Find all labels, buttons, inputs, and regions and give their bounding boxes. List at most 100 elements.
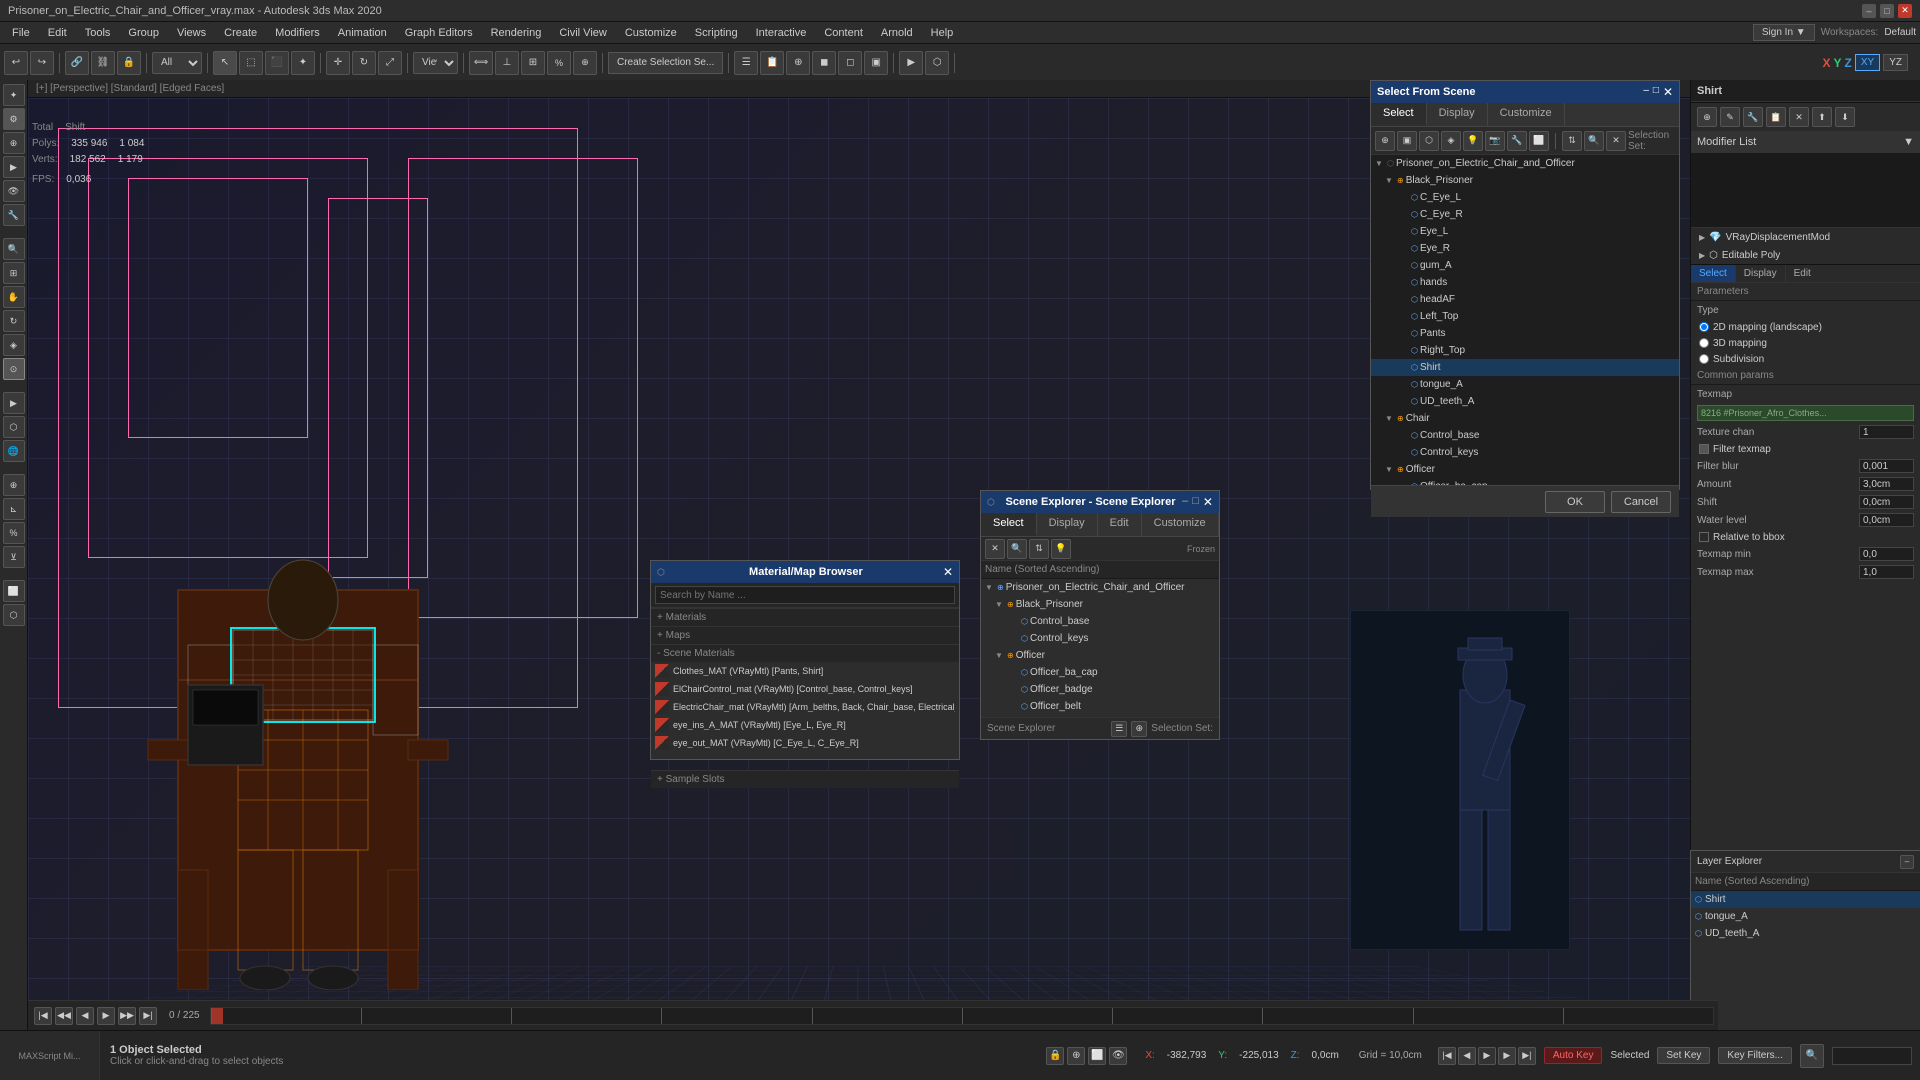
lt-arc-rotate-btn[interactable]: ⊙ — [3, 358, 25, 380]
mat-item-electric-chair[interactable]: ElectricChair_mat (VRayMtl) [Arm_belths,… — [651, 698, 959, 716]
tree-ud-teeth-a[interactable]: ⬡ UD_teeth_A — [1371, 393, 1679, 410]
tree-officer[interactable]: ▼ ⊕ Officer — [1371, 461, 1679, 478]
tree-eye-l[interactable]: ⬡ Eye_L — [1371, 223, 1679, 240]
select-move-btn[interactable]: ✛ — [326, 51, 350, 75]
se-tree-officer[interactable]: ▼ ⊕ Officer — [981, 647, 1219, 664]
select-btn[interactable]: ↖ — [213, 51, 237, 75]
filter-blur-input[interactable] — [1859, 459, 1914, 473]
tree-chair[interactable]: ▼ ⊕ Chair — [1371, 410, 1679, 427]
sfs-maximize-btn[interactable]: □ — [1653, 85, 1659, 99]
axis-yz-btn[interactable]: YZ — [1883, 54, 1908, 71]
auto-key-btn[interactable]: Auto Key — [1544, 1047, 1603, 1064]
lt-modify-btn[interactable]: ⚙ — [3, 108, 25, 130]
texmap-min-input[interactable] — [1859, 547, 1914, 561]
object-name-input[interactable] — [1691, 80, 1920, 102]
mapping-2d-radio[interactable] — [1699, 322, 1709, 332]
se-sel-set-btn[interactable]: ⊕ — [1131, 721, 1147, 737]
modifier-vray-displacement[interactable]: ▶ 💎 VRayDisplacementMod — [1691, 228, 1920, 246]
tree-tongue-a[interactable]: ⬡ tongue_A — [1371, 376, 1679, 393]
se-list-btn[interactable]: ☰ — [1111, 721, 1127, 737]
se-tree-officer-ba-cap[interactable]: ⬡ Officer_ba_cap — [981, 664, 1219, 681]
se-tb-filter[interactable]: 🔍 — [1007, 539, 1027, 559]
menu-interactive[interactable]: Interactive — [748, 25, 815, 41]
minimize-button[interactable]: – — [1862, 4, 1876, 18]
texmap-max-input[interactable] — [1859, 565, 1914, 579]
filter-dropdown[interactable]: All — [152, 52, 202, 74]
view-dropdown[interactable]: View — [413, 52, 458, 74]
mod-icon-4[interactable]: 📋 — [1766, 107, 1786, 127]
mat-editor-btn[interactable]: ⬡ — [925, 51, 949, 75]
tree-officer-ba-cap[interactable]: ⬡ Officer_ba_cap — [1371, 478, 1679, 485]
tree-c-eye-l[interactable]: ⬡ C_Eye_L — [1371, 189, 1679, 206]
amount-input[interactable] — [1859, 477, 1914, 491]
layer-btn[interactable]: 📋 — [760, 51, 784, 75]
water-level-input[interactable] — [1859, 513, 1914, 527]
sfs-tb-filter[interactable]: 🔍 — [1584, 131, 1604, 151]
tree-root[interactable]: ▼ ⬡ Prisoner_on_Electric_Chair_and_Offic… — [1371, 155, 1679, 172]
mat-close-btn[interactable]: ✕ — [943, 565, 953, 579]
sfs-tb-7[interactable]: 🔧 — [1507, 131, 1527, 151]
tree-left-top[interactable]: ⬡ Left_Top — [1371, 308, 1679, 325]
tree-shirt[interactable]: ⬡ Shirt — [1371, 359, 1679, 376]
le-item-shirt[interactable]: ⬡ Shirt — [1691, 891, 1920, 908]
timeline-bar[interactable] — [210, 1007, 1714, 1025]
se-tab-display[interactable]: Display — [1037, 513, 1098, 536]
sfs-ok-btn[interactable]: OK — [1545, 491, 1605, 513]
texture-chan-input[interactable] — [1859, 425, 1914, 439]
close-button[interactable]: ✕ — [1898, 4, 1912, 18]
named-sel-btn[interactable]: ☰ — [734, 51, 758, 75]
bind-button[interactable]: 🔒 — [117, 51, 141, 75]
set-key-btn[interactable]: Set Key — [1657, 1047, 1710, 1064]
se-minimize-btn[interactable]: – — [1182, 495, 1188, 509]
timeline-playhead[interactable] — [211, 1008, 223, 1024]
sfs-tb-5[interactable]: 💡 — [1463, 131, 1483, 151]
rendering1-btn[interactable]: ◼ — [812, 51, 836, 75]
freeform-btn[interactable]: ✦ — [291, 51, 315, 75]
se-tree-control-base[interactable]: ⬡ Control_base — [981, 613, 1219, 630]
le-minimize-btn[interactable]: – — [1900, 855, 1914, 869]
sb-lock-btn[interactable]: 🔒 — [1046, 1047, 1064, 1065]
tree-black-prisoner[interactable]: ▼ ⊕ Black_Prisoner — [1371, 172, 1679, 189]
tree-eye-r[interactable]: ⬡ Eye_R — [1371, 240, 1679, 257]
menu-edit[interactable]: Edit — [40, 25, 75, 41]
create-selection-button[interactable]: Create Selection Se... — [608, 52, 723, 74]
undo-button[interactable]: ↩ — [4, 51, 28, 75]
sfs-minimize-btn[interactable]: – — [1643, 85, 1649, 99]
se-tb-highlight[interactable]: 💡 — [1051, 539, 1071, 559]
menu-create[interactable]: Create — [216, 25, 265, 41]
sfs-tb-sort[interactable]: ⇅ — [1562, 131, 1582, 151]
se-tree-control-keys[interactable]: ⬡ Control_keys — [981, 630, 1219, 647]
mat-item-eye-ins[interactable]: eye_ins_A_MAT (VRayMtl) [Eye_L, Eye_R] — [651, 716, 959, 734]
lt-display-btn[interactable]: 👁 — [3, 180, 25, 202]
menu-content[interactable]: Content — [816, 25, 871, 41]
subdivision-radio[interactable] — [1699, 354, 1709, 364]
mod-icon-7[interactable]: ⬇ — [1835, 107, 1855, 127]
tree-right-top[interactable]: ⬡ Right_Top — [1371, 342, 1679, 359]
sign-in-button[interactable]: Sign In ▼ — [1753, 24, 1815, 41]
sfs-tb-1[interactable]: ⊕ — [1375, 131, 1395, 151]
tree-control-base[interactable]: ⬡ Control_base — [1371, 427, 1679, 444]
anim-play-btn[interactable]: ▶ — [97, 1007, 115, 1025]
menu-scripting[interactable]: Scripting — [687, 25, 746, 41]
panel-tab-edit[interactable]: Edit — [1786, 265, 1819, 282]
window-crossing-btn[interactable]: ⬛ — [265, 51, 289, 75]
sb-anim-prev[interactable]: ◀ — [1458, 1047, 1476, 1065]
mod-icon-6[interactable]: ⬆ — [1812, 107, 1832, 127]
anim-prev-btn[interactable]: ◀ — [76, 1007, 94, 1025]
sb-display-btn[interactable]: 👁 — [1109, 1047, 1127, 1065]
menu-graph-editors[interactable]: Graph Editors — [397, 25, 481, 41]
le-item-tongue[interactable]: ⬡ tongue_A — [1691, 908, 1920, 925]
mod-icon-5[interactable]: ✕ — [1789, 107, 1809, 127]
maximize-button[interactable]: □ — [1880, 4, 1894, 18]
sfs-tb-3[interactable]: ⬡ — [1419, 131, 1439, 151]
lt-render2-btn[interactable]: ⬡ — [3, 416, 25, 438]
mat-item-elchair-control[interactable]: ElChairControl_mat (VRayMtl) [Control_ba… — [651, 680, 959, 698]
se-tab-edit[interactable]: Edit — [1098, 513, 1142, 536]
sb-anim-start[interactable]: |◀ — [1438, 1047, 1456, 1065]
axis-xy-btn[interactable]: XY — [1855, 54, 1880, 71]
lt-render-btn[interactable]: ▶ — [3, 392, 25, 414]
lt-percent-snap-btn[interactable]: % — [3, 522, 25, 544]
shift-input[interactable] — [1859, 495, 1914, 509]
mat-scene-materials-header[interactable]: - Scene Materials — [651, 644, 959, 662]
lt-zoom-btn[interactable]: 🔍 — [3, 238, 25, 260]
